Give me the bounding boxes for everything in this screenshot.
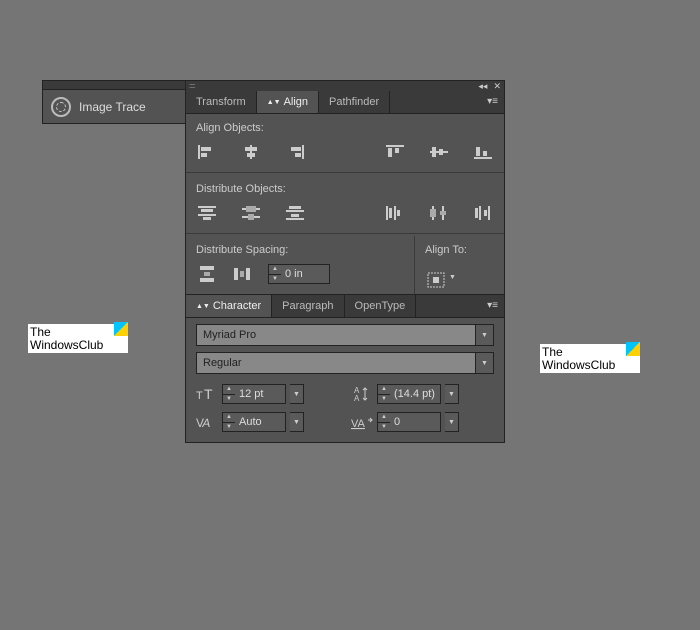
font-size-field[interactable] bbox=[235, 385, 285, 403]
align-hcenter-icon[interactable] bbox=[240, 142, 262, 162]
tab-pathfinder[interactable]: Pathfinder bbox=[319, 91, 390, 113]
leading-icon: AA bbox=[351, 386, 373, 402]
stepper-up-icon[interactable]: ▲ bbox=[223, 413, 235, 423]
align-to-label: Align To: bbox=[425, 244, 494, 256]
stepper-down-icon[interactable]: ▼ bbox=[223, 423, 235, 432]
watermark-logo: The WindowsClub bbox=[28, 324, 128, 353]
dist-top-icon[interactable] bbox=[196, 203, 218, 223]
stepper-up-icon[interactable]: ▲ bbox=[269, 265, 281, 275]
kerning-input[interactable]: ▲▼ bbox=[222, 412, 286, 432]
distribute-objects-row bbox=[186, 199, 504, 231]
wm-line2: WindowsClub bbox=[542, 359, 638, 372]
tab-bar-align: Transform ▲▼ Align Pathfinder ▾≡ bbox=[186, 91, 504, 114]
svg-text:T: T bbox=[204, 386, 213, 402]
dist-spacing-v-icon[interactable] bbox=[196, 264, 218, 284]
panel-menu-icon[interactable]: ▾≡ bbox=[481, 91, 504, 113]
chevron-down-icon[interactable]: ▼ bbox=[290, 412, 304, 432]
grip-icon: :::::: bbox=[189, 83, 195, 90]
stepper-up-icon[interactable]: ▲ bbox=[223, 385, 235, 395]
main-panel: :::::: ◂◂ ✕ Transform ▲▼ Align Pathfinde… bbox=[185, 80, 505, 443]
stepper-up-icon[interactable]: ▲ bbox=[378, 413, 390, 423]
font-family-field[interactable] bbox=[197, 325, 475, 345]
align-vcenter-icon[interactable] bbox=[428, 142, 450, 162]
image-trace-label: Image Trace bbox=[79, 100, 146, 114]
dist-hcenter-icon[interactable] bbox=[428, 203, 450, 223]
font-size-input[interactable]: ▲▼ bbox=[222, 384, 286, 404]
align-to-block: Align To: ▼ bbox=[414, 236, 504, 294]
stepper-down-icon[interactable]: ▼ bbox=[223, 395, 235, 404]
stepper-down-icon[interactable]: ▼ bbox=[378, 423, 390, 432]
kerning-icon: VA bbox=[196, 414, 218, 430]
logo-square-icon bbox=[114, 322, 128, 336]
tracking-input[interactable]: ▲▼ bbox=[377, 412, 441, 432]
stepper-down-icon[interactable]: ▼ bbox=[378, 395, 390, 404]
distribute-objects-label: Distribute Objects: bbox=[186, 175, 504, 199]
tab-paragraph[interactable]: Paragraph bbox=[272, 295, 344, 317]
updown-icon: ▲▼ bbox=[196, 303, 210, 310]
align-right-icon[interactable] bbox=[284, 142, 306, 162]
svg-text:VA: VA bbox=[351, 418, 366, 430]
tracking-icon: VA bbox=[351, 414, 373, 430]
svg-text:A: A bbox=[354, 394, 360, 402]
updown-icon: ▲▼ bbox=[267, 99, 281, 106]
align-top-icon[interactable] bbox=[384, 142, 406, 162]
tab-character-label: Character bbox=[213, 300, 261, 312]
watermark-logo: The WindowsClub bbox=[540, 344, 640, 373]
panel-menu-icon[interactable]: ▾≡ bbox=[481, 295, 504, 317]
dist-bottom-icon[interactable] bbox=[284, 203, 306, 223]
dist-right-icon[interactable] bbox=[472, 203, 494, 223]
tab-align-label: Align bbox=[284, 96, 308, 108]
dist-vcenter-icon[interactable] bbox=[240, 203, 262, 223]
logo-square-icon bbox=[626, 342, 640, 356]
tab-character[interactable]: ▲▼ Character bbox=[186, 295, 272, 317]
font-style-select[interactable]: ▼ bbox=[196, 352, 494, 374]
wm-line2: WindowsClub bbox=[30, 339, 126, 352]
chevron-down-icon[interactable]: ▼ bbox=[290, 384, 304, 404]
font-style-field[interactable] bbox=[197, 353, 475, 373]
leading-field[interactable] bbox=[390, 385, 440, 403]
collapse-icon[interactable]: ◂◂ bbox=[478, 81, 487, 92]
image-trace-icon bbox=[51, 97, 71, 117]
align-bottom-icon[interactable] bbox=[472, 142, 494, 162]
spacing-input[interactable]: ▲▼ bbox=[268, 264, 330, 284]
chevron-down-icon[interactable]: ▼ bbox=[475, 353, 493, 373]
align-objects-label: Align Objects: bbox=[186, 114, 504, 138]
chevron-down-icon[interactable]: ▼ bbox=[475, 325, 493, 345]
stepper-down-icon[interactable]: ▼ bbox=[269, 275, 281, 284]
tab-opentype[interactable]: OpenType bbox=[345, 295, 417, 317]
tab-align[interactable]: ▲▼ Align bbox=[257, 91, 319, 113]
tracking-field[interactable] bbox=[390, 413, 440, 431]
leading-input[interactable]: ▲▼ bbox=[377, 384, 441, 404]
align-objects-row bbox=[186, 138, 504, 170]
stepper-up-icon[interactable]: ▲ bbox=[378, 385, 390, 395]
kerning-field[interactable] bbox=[235, 413, 285, 431]
panel-header[interactable]: :::::: ◂◂ ✕ bbox=[186, 81, 504, 91]
align-to-icon[interactable] bbox=[425, 270, 447, 290]
tab-bar-character: ▲▼ Character Paragraph OpenType ▾≡ bbox=[186, 294, 504, 318]
chevron-down-icon[interactable]: ▼ bbox=[445, 412, 459, 432]
spacing-field[interactable] bbox=[281, 265, 329, 283]
tab-transform[interactable]: Transform bbox=[186, 91, 257, 113]
dist-left-icon[interactable] bbox=[384, 203, 406, 223]
dist-spacing-h-icon[interactable] bbox=[232, 264, 254, 284]
svg-text:A: A bbox=[201, 416, 212, 430]
align-left-icon[interactable] bbox=[196, 142, 218, 162]
font-family-select[interactable]: ▼ bbox=[196, 324, 494, 346]
close-icon[interactable]: ✕ bbox=[493, 81, 501, 92]
chevron-down-icon[interactable]: ▼ bbox=[445, 384, 459, 404]
align-to-dropdown[interactable]: ▼ bbox=[449, 274, 456, 281]
font-size-icon: TT bbox=[196, 386, 218, 402]
svg-text:T: T bbox=[196, 390, 203, 402]
